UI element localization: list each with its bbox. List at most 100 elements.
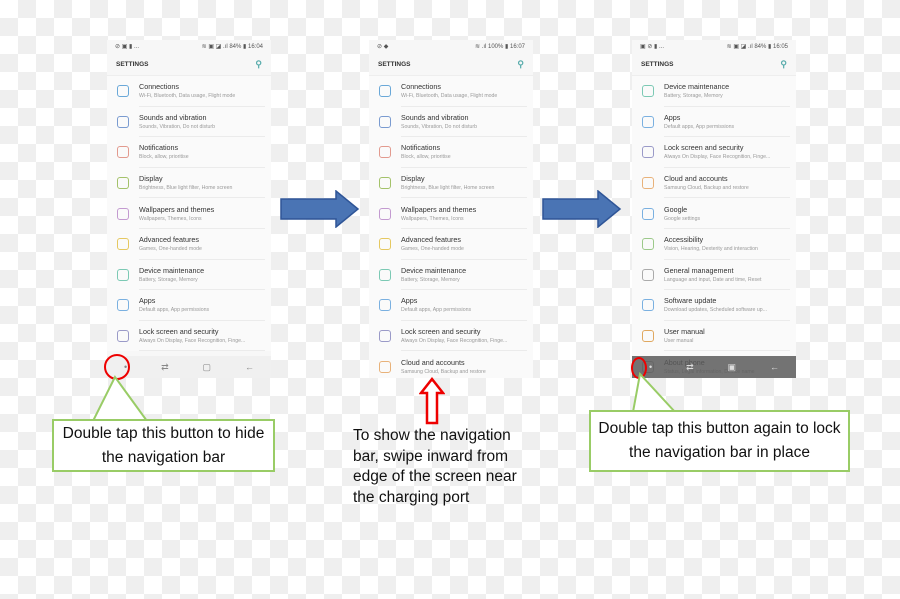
settings-item[interactable]: Software update Download updates, Schedul… bbox=[632, 290, 796, 321]
settings-item-subtitle: Download updates, Scheduled software up.… bbox=[664, 307, 767, 314]
settings-item[interactable]: User manual User manual bbox=[632, 320, 796, 352]
settings-item[interactable]: Sounds and vibration Sounds, Vibration, D… bbox=[369, 106, 533, 138]
search-icon[interactable]: ⚲ bbox=[780, 59, 787, 70]
settings-item[interactable]: Wallpapers and themes Wallpapers, Themes,… bbox=[369, 198, 533, 229]
settings-item-subtitle: Battery, Storage, Memory bbox=[664, 93, 723, 100]
search-icon[interactable]: ⚲ bbox=[255, 59, 262, 70]
up-arrow-icon bbox=[419, 377, 445, 425]
settings-item[interactable]: Advanced features Games, One-handed mode bbox=[369, 228, 533, 260]
settings-item[interactable]: Device maintenance Battery, Storage, Memo… bbox=[107, 259, 271, 291]
settings-item-subtitle: Brightness, Blue light filter, Home scre… bbox=[401, 185, 495, 192]
settings-item[interactable]: Notifications Block, allow, prioritise bbox=[369, 137, 533, 168]
settings-item[interactable]: Lock screen and security Always On Displa… bbox=[632, 137, 796, 168]
settings-item-title: Software update bbox=[664, 296, 717, 306]
settings-item-title: Connections bbox=[401, 82, 441, 92]
settings-item-subtitle: Always On Display, Face Recognition, Fin… bbox=[401, 338, 508, 345]
settings-item[interactable]: Display Brightness, Blue light filter, Ho… bbox=[369, 167, 533, 199]
settings-item-subtitle: Block, allow, prioritise bbox=[401, 154, 451, 161]
settings-item-subtitle: Samsung Cloud, Backup and restore bbox=[664, 185, 749, 192]
callout-lock-nav: Double tap this button again to lock the… bbox=[589, 410, 850, 472]
settings-item[interactable]: Apps Default apps, App permissions bbox=[369, 290, 533, 321]
settings-item-title: Apps bbox=[401, 296, 418, 306]
settings-item[interactable]: Wallpapers and themes Wallpapers, Themes,… bbox=[107, 198, 271, 229]
settings-item-icon bbox=[642, 177, 654, 190]
settings-item-icon bbox=[117, 207, 129, 220]
settings-item-title: Google bbox=[664, 204, 688, 214]
phone-screenshot-3: ▣ ⊘ ▮ ... ≋ ▣ ◪ .ıl 84% ▮ 16:05 SETTINGS ⚲… bbox=[632, 40, 796, 378]
settings-item-title: User manual bbox=[664, 327, 705, 337]
page-title: SETTINGS bbox=[378, 61, 411, 68]
settings-item-icon bbox=[642, 238, 654, 251]
settings-item-title: Notifications bbox=[139, 143, 179, 153]
settings-item[interactable]: Notifications Block, allow, prioritise bbox=[107, 137, 271, 168]
settings-item[interactable]: Cloud and accounts Samsung Cloud, Backup … bbox=[369, 351, 533, 378]
back-button[interactable]: ← bbox=[245, 362, 254, 372]
settings-item[interactable]: Google Google settings bbox=[632, 198, 796, 229]
settings-item[interactable]: Lock screen and security Always On Displa… bbox=[369, 320, 533, 352]
callout-hide-nav: Double tap this button to hide the navig… bbox=[52, 419, 275, 472]
settings-item-icon bbox=[642, 85, 654, 98]
settings-item-icon bbox=[379, 238, 391, 251]
settings-item[interactable]: Device maintenance Battery, Storage, Memo… bbox=[632, 76, 796, 107]
settings-item-subtitle: Language and input, Date and time, Reset bbox=[664, 276, 762, 283]
settings-item-title: Sounds and vibration bbox=[401, 112, 469, 122]
settings-item-title: Accessibility bbox=[664, 235, 704, 245]
settings-item-title: General management bbox=[664, 265, 734, 275]
settings-item-icon bbox=[379, 115, 391, 128]
settings-item-subtitle: Battery, Storage, Memory bbox=[139, 276, 198, 283]
settings-item[interactable]: Device maintenance Battery, Storage, Memo… bbox=[369, 259, 533, 291]
settings-item-icon bbox=[379, 207, 391, 220]
settings-item-subtitle: Brightness, Blue light filter, Home scre… bbox=[139, 185, 233, 192]
settings-item[interactable]: Apps Default apps, App permissions bbox=[632, 106, 796, 138]
settings-item-title: Apps bbox=[139, 296, 156, 306]
settings-item-icon bbox=[117, 177, 129, 190]
settings-item-title: Device maintenance bbox=[664, 82, 730, 92]
instruction-show-nav: To show the navigation bar, swipe inward… bbox=[353, 427, 517, 506]
status-left: ⊘ ▣ ▮ ... bbox=[115, 44, 139, 50]
settings-item-icon bbox=[117, 85, 129, 98]
settings-item-subtitle: Wi-Fi, Bluetooth, Data usage, Flight mod… bbox=[401, 93, 498, 100]
settings-item-icon bbox=[379, 330, 391, 343]
search-icon[interactable]: ⚲ bbox=[517, 59, 524, 70]
settings-item-subtitle: Block, allow, prioritise bbox=[139, 154, 189, 161]
settings-item-icon bbox=[379, 299, 391, 312]
settings-item[interactable]: Advanced features Games, One-handed mode bbox=[107, 228, 271, 260]
settings-item-icon bbox=[379, 360, 391, 373]
settings-item-icon bbox=[642, 330, 654, 343]
settings-item[interactable]: Connections Wi-Fi, Bluetooth, Data usage,… bbox=[107, 76, 271, 107]
settings-item[interactable]: Accessibility Vision, Hearing, Dexterity … bbox=[632, 228, 796, 260]
settings-item[interactable]: Sounds and vibration Sounds, Vibration, D… bbox=[107, 106, 271, 138]
show-hide-nav-button[interactable]: • bbox=[649, 362, 652, 372]
settings-item[interactable]: Lock screen and security Always On Displa… bbox=[107, 320, 271, 352]
settings-header: SETTINGS ⚲ bbox=[632, 54, 796, 76]
settings-item-icon bbox=[642, 268, 654, 281]
settings-item-title: Lock screen and security bbox=[664, 143, 744, 153]
settings-item[interactable]: Cloud and accounts Samsung Cloud, Backup … bbox=[632, 167, 796, 199]
settings-item[interactable]: Apps Default apps, App permissions bbox=[107, 290, 271, 321]
settings-item-subtitle: Wallpapers, Themes, Icons bbox=[401, 215, 464, 222]
settings-item-icon bbox=[117, 146, 129, 159]
home-button[interactable]: ▢ bbox=[203, 362, 212, 373]
callout-pointer-1 bbox=[91, 375, 149, 422]
settings-item-title: Notifications bbox=[401, 143, 441, 153]
status-right: ≋ ▣ ◪ .ıl 84% ▮ 16:05 bbox=[726, 44, 788, 50]
back-button[interactable]: ← bbox=[770, 362, 779, 372]
settings-item-title: Wallpapers and themes bbox=[139, 204, 215, 214]
settings-item-title: Advanced features bbox=[401, 235, 461, 245]
settings-item-subtitle: Google settings bbox=[664, 215, 701, 222]
settings-item[interactable]: Display Brightness, Blue light filter, Ho… bbox=[107, 167, 271, 199]
page-title: SETTINGS bbox=[116, 61, 149, 68]
settings-item-title: Lock screen and security bbox=[401, 327, 481, 337]
settings-item[interactable]: General management Language and input, Da… bbox=[632, 259, 796, 291]
recents-button[interactable]: ⇄ bbox=[161, 362, 169, 373]
settings-item[interactable]: Connections Wi-Fi, Bluetooth, Data usage,… bbox=[369, 76, 533, 107]
settings-item-icon bbox=[117, 330, 129, 343]
settings-item-subtitle: User manual bbox=[664, 338, 694, 345]
settings-item-title: Connections bbox=[139, 82, 179, 92]
status-right: ≋ .ıl 100% ▮ 16:07 bbox=[474, 44, 525, 50]
home-button[interactable]: ▣ bbox=[728, 362, 737, 373]
status-left: ▣ ⊘ ▮ ... bbox=[640, 44, 664, 50]
settings-item-subtitle: Wi-Fi, Bluetooth, Data usage, Flight mod… bbox=[139, 93, 236, 100]
recents-button[interactable]: ⇄ bbox=[686, 362, 694, 373]
settings-item-icon bbox=[642, 115, 654, 128]
